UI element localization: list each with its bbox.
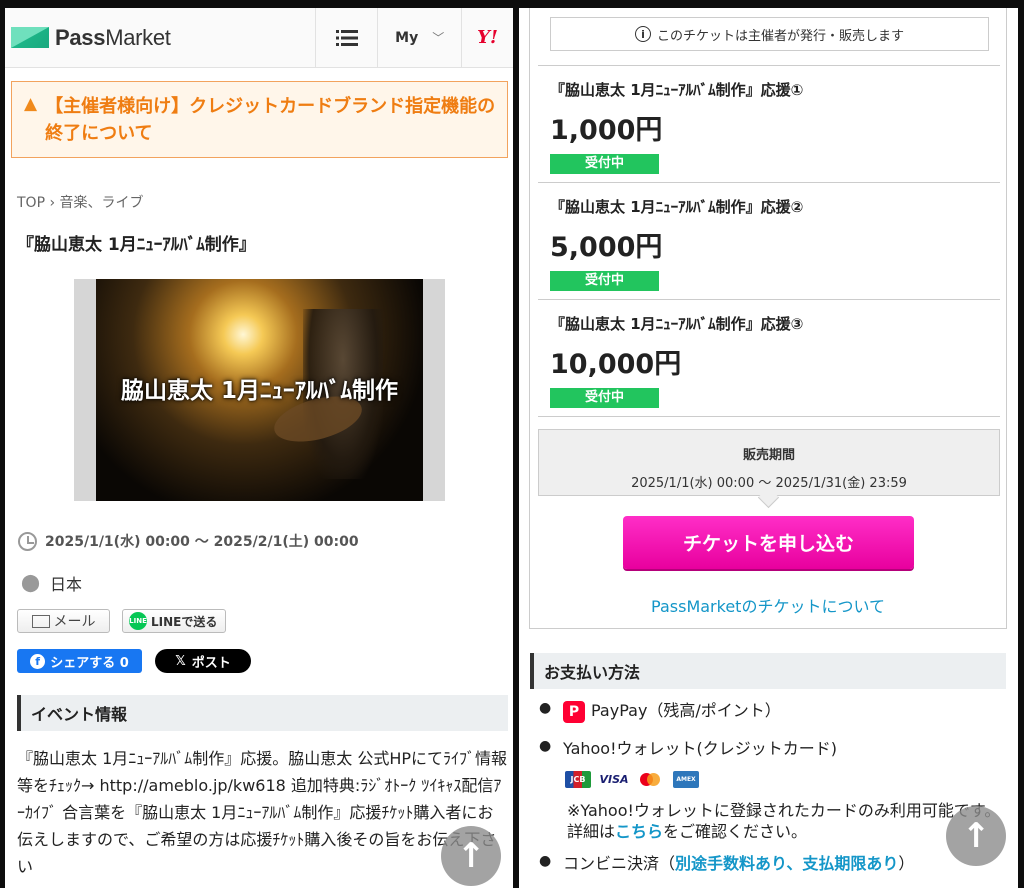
details-link[interactable]: こちら <box>615 822 663 841</box>
event-image: 脇山恵太 1月ﾆｭｰｱﾙﾊﾞﾑ制作 <box>74 279 445 501</box>
yahoo-button[interactable]: Y! <box>461 8 513 67</box>
ticket-card: i このチケットは主催者が発行・販売します 『脇山恵太 1月ﾆｭｰｱﾙﾊﾞﾑ制作… <box>529 8 1007 629</box>
info-icon: i <box>634 26 651 42</box>
payment-methods-list: ● P PayPay（残高/ポイント） ● Yahoo!ウォレット(クレジットカー… <box>539 697 1009 874</box>
yahoo-logo: Y! <box>477 27 498 48</box>
sale-period-label: 販売期間 <box>742 448 795 463</box>
event-datetime: 2025/1/1(水) 00:00 〜 2025/2/1(土) 00:00 <box>18 531 513 551</box>
ticket-price: 1,000円 <box>550 115 663 146</box>
bullet-icon: ● <box>539 700 552 716</box>
header: PassMarket My ﹀ Y! <box>5 8 513 68</box>
facebook-share-button[interactable]: f シェアする 0 <box>17 649 142 673</box>
apply-ticket-button[interactable]: チケットを申し込む <box>623 516 914 569</box>
note-text-after: をご確認ください。 <box>663 821 808 841</box>
ticket-list: 『脇山恵太 1月ﾆｭｰｱﾙﾊﾞﾑ制作』応援① 1,000円 受付中 『脇山恵太 … <box>538 65 1000 417</box>
right-panel: i このチケットは主催者が発行・販売します 『脇山恵太 1月ﾆｭｰｱﾙﾊﾞﾑ制作… <box>519 8 1018 888</box>
organizer-notice[interactable]: ▲ 【主催者様向け】クレジットカードブランド指定機能の終了について <box>11 81 508 158</box>
line-icon: LINE <box>129 612 147 630</box>
ticket-status-badge: 受付中 <box>550 271 659 291</box>
event-image-caption: 脇山恵太 1月ﾆｭｰｱﾙﾊﾞﾑ制作 <box>120 378 398 404</box>
bullet-icon: ● <box>539 737 552 754</box>
facebook-share-label: シェアする 0 <box>50 655 129 671</box>
ticket-name: 『脇山恵太 1月ﾆｭｰｱﾙﾊﾞﾑ制作』応援③ <box>550 315 804 333</box>
x-post-label: ポスト <box>191 655 231 671</box>
location-pin-icon: ⬤ <box>21 573 41 593</box>
share-row-1: メール LINE LINEで送る <box>17 609 513 633</box>
issuer-note: i このチケットは主催者が発行・販売します <box>550 17 989 51</box>
jcb-icon: JCB <box>565 770 591 788</box>
breadcrumb-category[interactable]: 音楽、ライブ <box>60 195 144 211</box>
envelope-icon <box>31 614 50 628</box>
scroll-top-button[interactable]: ↑ <box>441 826 501 886</box>
convenience-label: コンビニ決済（ <box>563 853 676 873</box>
amex-icon: AMEX <box>673 770 699 788</box>
clock-icon <box>18 531 37 551</box>
logo-text-bold: Pass <box>55 24 106 50</box>
bullet-icon: ● <box>539 852 552 869</box>
issuer-note-text: このチケットは主催者が発行・販売します <box>656 28 904 44</box>
paypay-icon: P <box>563 700 585 723</box>
sale-period-value: 2025/1/1(水) 00:00 〜 2025/1/31(金) 23:59 <box>631 476 907 491</box>
event-datetime-text: 2025/1/1(水) 00:00 〜 2025/2/1(土) 00:00 <box>45 534 359 550</box>
mail-share-button[interactable]: メール <box>17 609 110 633</box>
list-icon <box>335 29 358 46</box>
scroll-top-button[interactable]: ↑ <box>946 806 1006 866</box>
mastercard-icon <box>637 770 663 788</box>
breadcrumb: TOP › 音楽、ライブ <box>17 192 513 212</box>
mail-share-label: メール <box>53 614 96 630</box>
share-row-2: f シェアする 0 𝕏 ポスト <box>17 649 513 673</box>
payment-item-paypay: ● P PayPay（残高/ポイント） <box>539 697 1009 723</box>
line-share-label: LINEで送る <box>151 614 218 629</box>
x-logo-icon: 𝕏 <box>175 653 186 669</box>
notice-text: 【主催者様向け】クレジットカードブランド指定機能の終了について <box>45 96 496 144</box>
x-post-button[interactable]: 𝕏 ポスト <box>155 649 251 673</box>
ticket-item[interactable]: 『脇山恵太 1月ﾆｭｰｱﾙﾊﾞﾑ制作』応援① 1,000円 受付中 <box>538 65 1000 182</box>
ticket-item[interactable]: 『脇山恵太 1月ﾆｭｰｱﾙﾊﾞﾑ制作』応援③ 10,000円 受付中 <box>538 299 1000 416</box>
breadcrumb-separator: › <box>49 195 56 211</box>
warning-icon: ▲ <box>24 94 38 114</box>
ticket-price: 5,000円 <box>550 232 663 263</box>
ticket-name: 『脇山恵太 1月ﾆｭｰｱﾙﾊﾞﾑ制作』応援① <box>550 81 804 99</box>
payment-item-yahoo-wallet: ● Yahoo!ウォレット(クレジットカード) <box>539 735 1009 759</box>
event-location-text: 日本 <box>50 575 83 594</box>
paypay-label: PayPay（残高/ポイント） <box>591 701 781 720</box>
event-location: ⬤ 日本 <box>21 571 513 595</box>
ticket-status-badge: 受付中 <box>550 388 659 408</box>
event-title: 『脇山恵太 1月ﾆｭｰｱﾙﾊﾞﾑ制作』 <box>17 235 256 255</box>
convenience-fee-link[interactable]: 別途手数料あり、支払期限あり <box>675 854 898 873</box>
payment-item-convenience: ● コンビニ決済（別途手数料あり、支払期限あり） <box>539 850 1009 874</box>
event-description: 『脇山恵太 1月ﾆｭｰｱﾙﾊﾞﾑ制作』応援。脇山恵太 公式HPにてﾗｲﾌﾞ情報等… <box>17 749 508 876</box>
ticket-list-divider <box>538 416 1000 417</box>
facebook-icon: f <box>30 653 46 669</box>
ticket-name: 『脇山恵太 1月ﾆｭｰｱﾙﾊﾞﾑ制作』応援② <box>550 198 804 216</box>
ticket-price: 10,000円 <box>550 349 682 380</box>
passmarket-logo[interactable]: PassMarket <box>5 8 315 67</box>
logo-text-regular: Market <box>105 24 171 50</box>
sale-period: 販売期間 2025/1/1(水) 00:00 〜 2025/1/31(金) 23… <box>538 429 1000 496</box>
yahoo-wallet-label: Yahoo!ウォレット(クレジットカード) <box>563 738 837 758</box>
line-share-button[interactable]: LINE LINEで送る <box>122 609 227 633</box>
ticket-status-badge: 受付中 <box>550 154 659 174</box>
arrow-up-icon: ↑ <box>456 836 486 876</box>
menu-button[interactable] <box>315 8 377 67</box>
my-label: My <box>395 29 419 46</box>
chevron-down-icon: ﹀ <box>432 31 445 45</box>
my-menu-button[interactable]: My ﹀ <box>377 8 461 67</box>
breadcrumb-top[interactable]: TOP <box>17 195 45 211</box>
logo-mark-icon <box>11 27 49 48</box>
arrow-up-icon: ↑ <box>961 816 991 856</box>
yahoo-wallet-note: ※Yahoo!ウォレットに登録されたカードのみ利用可能です。詳細はこちらをご確認… <box>567 800 1009 842</box>
left-panel: PassMarket My ﹀ Y! ▲ 【主催者様向け】クレジットカードブラン… <box>5 8 513 888</box>
card-brands: JCB VISA AMEX <box>565 770 1009 788</box>
convenience-label-end: ） <box>898 853 915 873</box>
event-info-heading: イベント情報 <box>17 695 508 731</box>
visa-icon: VISA <box>599 770 629 788</box>
about-tickets-link[interactable]: PassMarketのチケットについて <box>530 593 1006 617</box>
ticket-item[interactable]: 『脇山恵太 1月ﾆｭｰｱﾙﾊﾞﾑ制作』応援② 5,000円 受付中 <box>538 182 1000 299</box>
payment-methods-heading: お支払い方法 <box>530 653 1006 689</box>
